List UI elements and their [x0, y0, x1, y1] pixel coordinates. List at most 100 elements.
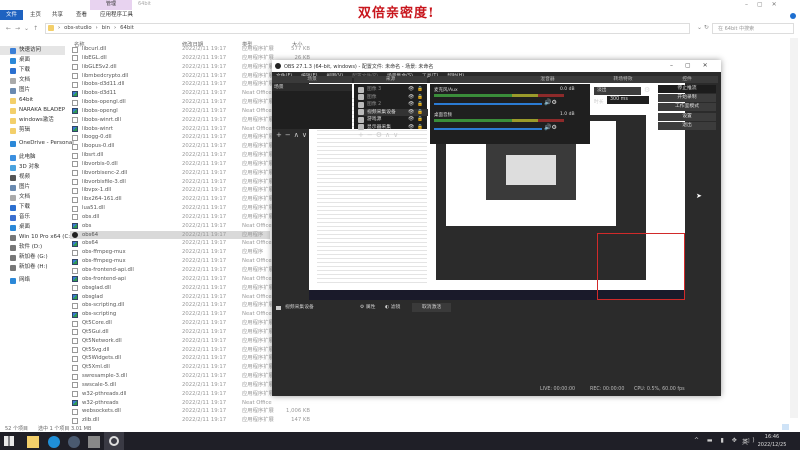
deactivate-button[interactable]: 取消激活 [412, 303, 452, 312]
nav-item[interactable]: 文档 [10, 193, 30, 202]
breadcrumb-item[interactable]: bin [102, 25, 110, 31]
source-item[interactable]: 视频采集设备 👁 🔒 [358, 108, 428, 117]
lock-icon[interactable]: 🔒 [417, 124, 423, 132]
nav-item[interactable]: 桌面 [10, 223, 30, 232]
nav-item[interactable]: 此电脑 [10, 153, 36, 162]
ime-indicator[interactable]: 英 [742, 437, 748, 446]
breadcrumb-item[interactable]: 64bit [120, 25, 134, 31]
file-row[interactable]: w32-pthreads.dll2022/2/11 19:17应用程序扩展124… [70, 390, 310, 399]
file-row[interactable]: swscale-5.dll 2022/2/11 19:17 应用程序扩展 [70, 381, 274, 390]
lock-icon[interactable]: 🔒 [417, 116, 423, 124]
address-bar[interactable] [45, 23, 690, 34]
speaker-icon[interactable]: 🔊⚙ [544, 124, 557, 131]
visibility-eye-icon[interactable]: 👁 [408, 101, 414, 109]
clock-time[interactable]: 16:46 [752, 434, 792, 440]
volume-slider[interactable] [434, 128, 542, 130]
file-explorer-taskbar-icon[interactable] [27, 436, 39, 448]
nav-arrows[interactable]: ←→⌄↑ [6, 25, 42, 32]
system-tray-icons[interactable]: ^ ▬ ▮ ✥ ◁) [694, 437, 758, 444]
visibility-eye-icon[interactable]: 👁 [408, 116, 414, 124]
nav-item[interactable]: 图片 [10, 86, 30, 95]
file-row[interactable]: websockets.dll 2022/2/11 19:17 应用程序扩展 1,006… [70, 407, 310, 416]
steam-taskbar-icon[interactable] [68, 436, 80, 448]
file-row[interactable]: lua51.dll 2022/2/11 19:17 应用程序扩展 [70, 204, 274, 213]
control-button[interactable]: 设置 [658, 112, 716, 121]
breadcrumb-item[interactable]: obs-studio [64, 25, 92, 31]
visibility-eye-icon[interactable]: 👁 [408, 109, 414, 117]
file-row[interactable]: obs-frontend-api 2022/2/11 19:17 Neat Offi… [70, 275, 272, 284]
lock-icon[interactable]: 🔒 [417, 101, 423, 109]
file-row[interactable]: obs.dll 2022/2/11 19:17 应用程序扩展 [70, 213, 274, 222]
file-row[interactable]: obs-frontend-api.dll 2022/2/11 19:17 应用程序扩… [70, 266, 274, 275]
file-row[interactable]: obs-scripting.dll 2022/2/11 19:17 应用程序扩展 [70, 301, 274, 310]
nav-item[interactable]: 桌面 [10, 56, 30, 65]
file-row[interactable]: Qt5Svg.dll 2022/2/11 19:17 应用程序扩展 [70, 346, 274, 355]
clock-date[interactable]: 2022/12/25 [752, 442, 792, 448]
file-row[interactable]: libEGL.dll 2022/2/11 19:17 应用程序扩展 26 KB [70, 54, 310, 63]
nav-item[interactable]: Win 10 Pro x64 (C:) [10, 233, 72, 242]
obs-window-controls[interactable]: –▢✕ [670, 62, 720, 69]
obs-taskbar-icon[interactable] [104, 432, 124, 450]
lock-icon[interactable]: 🔒 [417, 109, 423, 117]
file-row[interactable]: libogg-0.dll 2022/2/11 19:17 应用程序扩展 [70, 133, 274, 142]
file-row[interactable]: obs 2022/2/11 19:17 Neat Office [70, 222, 272, 231]
nav-item[interactable]: 软件 (D:) [10, 243, 42, 252]
nav-item[interactable]: 下载 [10, 203, 30, 212]
nav-item[interactable]: 新加卷 (G:) [10, 253, 48, 262]
file-row[interactable]: obsglad.dll 2022/2/11 19:17 应用程序扩展 [70, 284, 274, 293]
lock-icon[interactable]: 🔒 [417, 94, 423, 102]
window-controls[interactable]: –▢✕ [745, 1, 786, 8]
transition-select[interactable]: 淡出 [594, 87, 641, 95]
visibility-eye-icon[interactable]: 👁 [408, 94, 414, 102]
control-button[interactable]: 停止推流 [658, 85, 716, 93]
ribbon-tab[interactable]: 主页 [24, 10, 47, 20]
duration-input[interactable]: 300 ms [607, 96, 649, 104]
ribbon-context-tab[interactable]: 管理 [90, 0, 132, 10]
nav-item[interactable]: 网络 [10, 276, 30, 285]
nav-item[interactable]: 图片 [10, 183, 30, 192]
control-button[interactable]: 退出 [658, 121, 716, 130]
app-taskbar-icon[interactable] [88, 436, 100, 448]
source-item[interactable]: 图像 2 👁 🔒 [358, 101, 428, 109]
file-row[interactable]: libvorbisfile-3.dll 2022/2/11 19:17 应用程序扩展 [70, 178, 274, 187]
file-row[interactable]: libobs-d3d11 2022/2/11 19:17 Neat Office [70, 89, 272, 98]
source-item[interactable]: 游戏源 👁 🔒 [358, 116, 428, 124]
nav-item[interactable]: 下载 [10, 66, 30, 75]
file-row[interactable]: libvorbis-0.dll 2022/2/11 19:17 应用程序扩展 [70, 160, 274, 169]
file-row[interactable]: obs-scripting 2022/2/11 19:17 Neat Office [70, 310, 272, 319]
help-icon[interactable] [790, 13, 796, 19]
visibility-eye-icon[interactable]: 👁 [408, 124, 414, 132]
file-row[interactable]: libvorbisenc-2.dll 2022/2/11 19:17 应用程序扩展 [70, 169, 274, 178]
file-row[interactable]: libobs-winrt.dll 2022/2/11 19:17 应用程序扩展 [70, 116, 274, 125]
nav-item[interactable]: NARAKA BLADEP [10, 106, 65, 115]
file-row[interactable]: libGLESv2.dll 2022/2/11 19:17 应用程序扩展 [70, 63, 274, 72]
file-row[interactable]: Qt5Gui.dll 2022/2/11 19:17 应用程序扩展 [70, 328, 274, 337]
nav-item[interactable]: 音乐 [10, 213, 30, 222]
nav-item[interactable]: 新加卷 (H:) [10, 263, 48, 272]
ribbon-tab[interactable]: 查看 [70, 10, 93, 20]
ribbon-tab[interactable]: 文件 [0, 10, 24, 20]
properties-button[interactable]: ⚙ 属性 [360, 302, 375, 313]
speaker-icon[interactable]: 🔊⚙ [544, 99, 557, 106]
file-row[interactable]: libvpx-1.dll 2022/2/11 19:17 应用程序扩展 [70, 186, 274, 195]
volume-slider[interactable] [434, 103, 542, 105]
file-row[interactable]: obsglad 2022/2/11 19:17 Neat Office [70, 293, 272, 302]
lock-icon[interactable]: 🔒 [417, 86, 423, 94]
nav-item[interactable]: OneDrive - Personal [10, 139, 74, 148]
nav-item[interactable]: windows激活 [10, 116, 54, 125]
file-row[interactable]: libx264-161.dll 2022/2/11 19:17 应用程序扩展 [70, 195, 274, 204]
file-row[interactable]: Qt5Core.dll 2022/2/11 19:17 应用程序扩展 [70, 319, 274, 328]
nav-item[interactable]: 3D 对象 [10, 163, 39, 172]
control-button[interactable]: 开始录制 [658, 94, 716, 103]
file-row[interactable]: libobs-opengl.dll 2022/2/11 19:17 应用程序扩展 [70, 98, 274, 107]
source-buttons[interactable]: +−⚙∧∨ [358, 131, 401, 139]
nav-item[interactable]: 文档 [10, 76, 30, 85]
scene-item[interactable]: 场景 [272, 84, 352, 91]
ribbon-tab[interactable]: 共享 [46, 10, 69, 20]
file-row[interactable]: obs-ffmpeg-mux 2022/2/11 19:17 Neat Office [70, 257, 272, 266]
nav-item[interactable]: 64bit [10, 96, 33, 105]
source-item[interactable]: 显示器采集 👁 🔒 [358, 124, 428, 132]
breadcrumb[interactable]: › obs-studio › bin › 64bit [48, 25, 134, 31]
file-row[interactable]: libcurl.dll 2022/2/11 19:17 应用程序扩展 577 KB [70, 45, 310, 54]
source-item[interactable]: 图像 👁 🔒 [358, 94, 428, 102]
